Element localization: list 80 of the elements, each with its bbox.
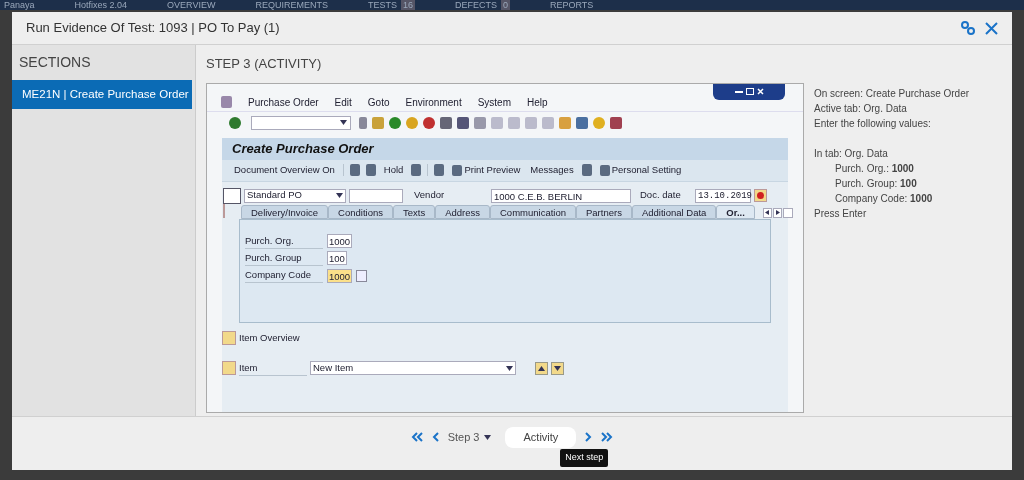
field-label: Purch. Org. (245, 233, 323, 249)
date-field[interactable]: 13.10.2019 (695, 188, 751, 203)
field-label: Doc. date (639, 188, 682, 203)
step-title: STEP 3 (ACTIVITY) (206, 55, 323, 73)
item-overview-label: Item Overview (239, 330, 300, 345)
toolbar-button[interactable]: Print Preview (452, 162, 521, 178)
modal-title: Run Evidence Of Test: 1093 | PO To Pay (1) (26, 19, 281, 38)
status-icon[interactable] (754, 189, 767, 202)
tooltip: Next step (560, 449, 609, 467)
next-step-icon[interactable] (584, 431, 593, 444)
nav-link[interactable]: Hotfixes 2.04 (74, 0, 128, 10)
field-label: Purch. Group (245, 250, 323, 266)
menu-item[interactable]: Help (527, 94, 548, 110)
tab[interactable]: Address (435, 204, 490, 219)
instruction-text: Purch. Group: 100 (834, 176, 918, 191)
up-arrow-icon (538, 365, 545, 371)
nav-link[interactable]: TESTS 16 (367, 0, 415, 10)
link-icon[interactable] (961, 21, 975, 35)
value-help-icon[interactable] (356, 269, 368, 282)
menu-item[interactable]: Purchase Order (248, 94, 319, 110)
caret-icon (340, 120, 347, 125)
minimize-icon[interactable] (734, 90, 743, 93)
down-arrow-button[interactable] (551, 361, 564, 375)
input-field[interactable]: 100 (327, 251, 347, 266)
command-field[interactable] (251, 115, 351, 130)
tab-scroll-right[interactable] (772, 207, 782, 218)
tab[interactable]: Additional Data (631, 204, 717, 219)
input-field[interactable]: 1000 (327, 234, 353, 249)
tab[interactable]: Delivery/Invoice (241, 204, 329, 219)
activity-button[interactable]: Activity (505, 427, 577, 448)
instruction-text: Purch. Org.: 1000 (834, 161, 915, 176)
toolbar-button[interactable]: Document Overview On (234, 162, 335, 178)
instruction-text: Enter the following values: (814, 116, 932, 131)
caret-icon (506, 365, 513, 371)
caret-icon (484, 434, 492, 440)
toolbar-button[interactable]: Messages (530, 162, 574, 178)
field-label: Vendor (413, 188, 446, 203)
field-label: Item (239, 360, 307, 376)
maximize-icon[interactable] (745, 88, 754, 95)
last-step-icon[interactable] (600, 431, 615, 444)
screen-title: Create Purchase Order (222, 137, 788, 160)
input-field[interactable]: 1000 (327, 268, 353, 283)
nav-link[interactable]: REPORTS (550, 0, 594, 10)
sections-heading: SECTIONS (18, 53, 92, 72)
item-dropdown[interactable]: New Item (310, 361, 516, 376)
right-arrow-icon (773, 210, 781, 215)
instruction-text: On screen: Create Purchase Order (814, 86, 971, 101)
nav-link[interactable]: DEFECTS 0 (454, 0, 510, 10)
tab[interactable]: Texts (392, 204, 436, 219)
first-step-icon[interactable] (409, 431, 424, 444)
tab-scroll-left[interactable] (762, 207, 772, 218)
toolbar-button[interactable]: Personal Setting (599, 162, 682, 178)
step-dropdown[interactable]: Step 3 (447, 429, 492, 446)
instruction-text: Press Enter (814, 206, 868, 221)
instruction-text: Active tab: Org. Data (814, 101, 908, 116)
instruction-text: Company Code: 1000 (834, 191, 934, 206)
menu-item[interactable]: Environment (405, 94, 462, 110)
up-arrow-button[interactable] (535, 361, 548, 375)
tab[interactable]: Or... (716, 204, 755, 219)
section-item[interactable]: ME21N | Create Purchase Order (12, 80, 192, 110)
logo: Panaya (4, 0, 35, 10)
close-icon[interactable] (985, 21, 998, 35)
menu-item[interactable]: System (477, 94, 511, 110)
vendor-field[interactable]: 1000 C.E.B. BERLIN (491, 188, 631, 203)
menu-item[interactable]: Edit (334, 94, 352, 110)
caret-icon (336, 193, 343, 198)
order-type-dropdown[interactable]: Standard PO (244, 188, 346, 203)
menu-item[interactable]: Goto (367, 94, 390, 110)
left-arrow-icon (763, 210, 771, 215)
previous-step-icon[interactable] (431, 431, 440, 444)
toolbar-button[interactable]: Hold (383, 162, 404, 178)
instruction-text: In tab: Org. Data (814, 146, 889, 161)
down-arrow-icon (554, 365, 561, 371)
input-field[interactable] (349, 188, 403, 203)
nav-link[interactable]: REQUIREMENTS (255, 0, 328, 10)
field-label: Company Code (245, 268, 323, 284)
nav-link[interactable]: OVERVIEW (167, 0, 216, 10)
tab[interactable]: Conditions (328, 204, 393, 219)
tab[interactable]: Partners (576, 204, 632, 219)
tab[interactable]: Communication (490, 204, 576, 219)
